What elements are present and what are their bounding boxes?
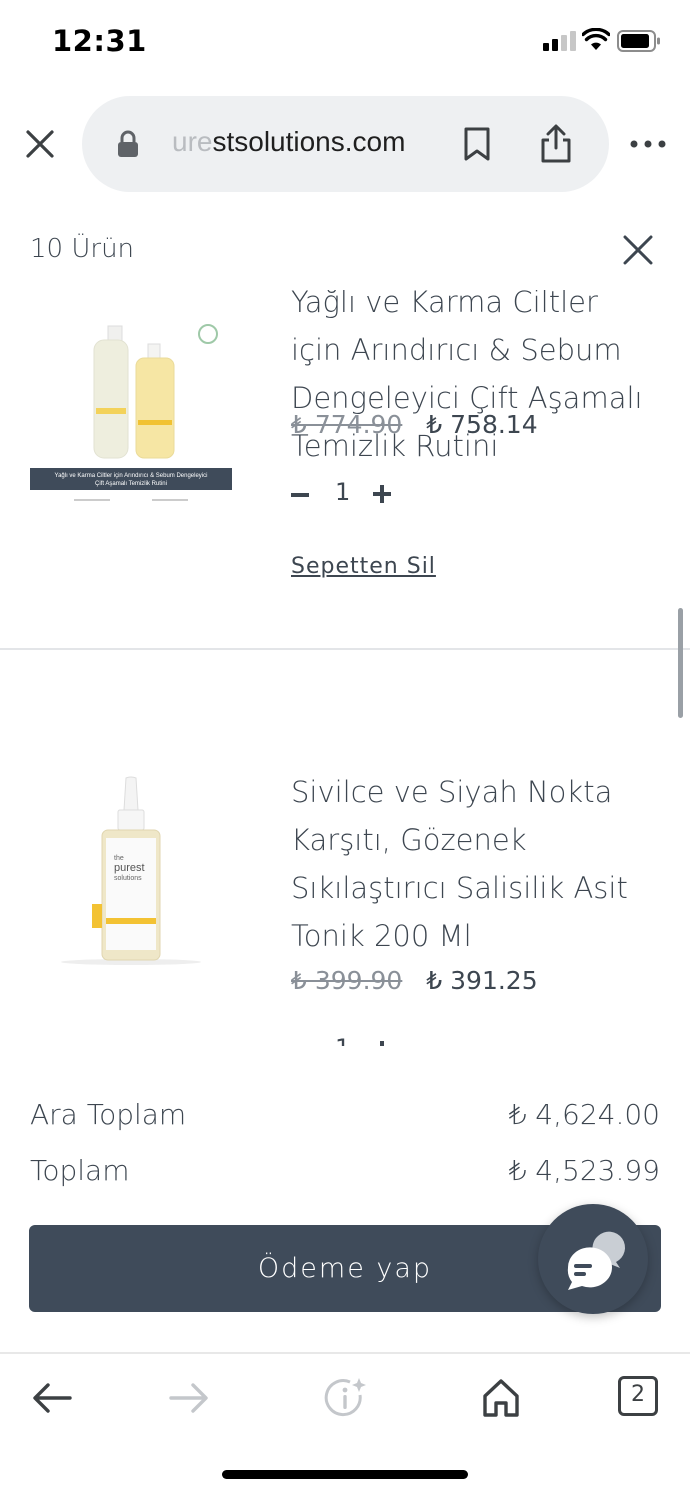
url-text: urestsolutions.com — [172, 126, 405, 158]
quantity-value: 1 — [335, 1034, 350, 1046]
url-field[interactable]: urestsolutions.com — [82, 96, 609, 192]
info-sparkle-icon[interactable] — [324, 1376, 368, 1420]
increase-quantity-button[interactable] — [373, 1041, 391, 1046]
total-row: Toplam ₺ 4,523.99 — [30, 1154, 660, 1194]
decrease-quantity-button[interactable] — [291, 493, 309, 497]
tab-count: 2 — [631, 1382, 645, 1407]
share-icon[interactable] — [538, 124, 574, 164]
price-row: ₺ 774.90 ₺ 758.14 — [291, 410, 538, 439]
svg-text:the: the — [114, 855, 124, 862]
subtotal-row: Ara Toplam ₺ 4,624.00 — [30, 1098, 660, 1138]
remove-from-cart-link[interactable]: Sepetten Sil — [291, 554, 436, 579]
subtotal-label: Ara Toplam — [30, 1098, 187, 1131]
back-arrow-icon[interactable] — [30, 1376, 74, 1420]
product-title[interactable]: Sivilce ve Siyah Nokta Karşıtı, Gözenek … — [291, 768, 651, 960]
current-price: ₺ 391.25 — [426, 966, 538, 995]
increase-quantity-button[interactable] — [373, 485, 391, 503]
scrollbar[interactable] — [678, 608, 683, 718]
close-cart-icon[interactable] — [622, 234, 654, 266]
price-row: ₺ 399.90 ₺ 391.25 — [291, 966, 538, 995]
bookmark-icon[interactable] — [462, 126, 492, 162]
svg-text:Yağlı ve Karma Ciltler için Ar: Yağlı ve Karma Ciltler için Arındırıcı &… — [55, 473, 208, 479]
quantity-stepper: 1 — [291, 1034, 401, 1046]
item-divider — [0, 648, 690, 650]
chat-icon — [567, 1231, 626, 1290]
more-options-icon[interactable] — [628, 134, 668, 154]
url-text-faded: ure — [172, 126, 213, 157]
tabs-button[interactable]: 2 — [618, 1376, 658, 1416]
cellular-signal-icon — [543, 31, 577, 51]
forward-arrow-icon[interactable] — [167, 1376, 211, 1420]
current-price: ₺ 758.14 — [426, 410, 538, 439]
total-value: ₺ 4,523.99 — [508, 1154, 660, 1187]
quantity-value: 1 — [335, 478, 351, 506]
home-icon[interactable] — [479, 1376, 523, 1420]
svg-text:Çift Aşamalı Temizlik Rutini: Çift Aşamalı Temizlik Rutini — [95, 481, 167, 487]
cart-item-count: 10 Ürün — [30, 234, 135, 264]
old-price: ₺ 774.90 — [291, 410, 403, 439]
url-text-main: stsolutions.com — [212, 126, 406, 157]
status-time: 12:31 — [52, 24, 147, 58]
product-title[interactable]: Yağlı ve Karma Ciltler için Arındırıcı &… — [291, 290, 651, 470]
cart-product-list[interactable]: Yağlı ve Karma Ciltler için Arındırıcı &… — [0, 290, 690, 1046]
chat-button[interactable] — [538, 1204, 648, 1314]
total-label: Toplam — [30, 1154, 130, 1187]
old-price: ₺ 399.90 — [291, 966, 403, 995]
battery-icon — [617, 30, 660, 52]
close-icon[interactable] — [24, 128, 56, 160]
status-bar: 12:31 — [0, 0, 690, 84]
browser-address-bar: urestsolutions.com — [0, 96, 690, 192]
lock-icon — [118, 130, 138, 157]
wifi-icon — [582, 28, 610, 50]
quantity-stepper: 1 — [291, 478, 401, 510]
product-image[interactable]: Yağlı ve Karma Ciltler için Arındırıcı &… — [30, 290, 232, 510]
subtotal-value: ₺ 4,624.00 — [508, 1098, 660, 1131]
product-image[interactable]: the purest solutions — [30, 776, 232, 966]
home-indicator — [222, 1470, 468, 1479]
svg-text:purest: purest — [114, 862, 145, 874]
svg-text:solutions: solutions — [114, 875, 142, 882]
